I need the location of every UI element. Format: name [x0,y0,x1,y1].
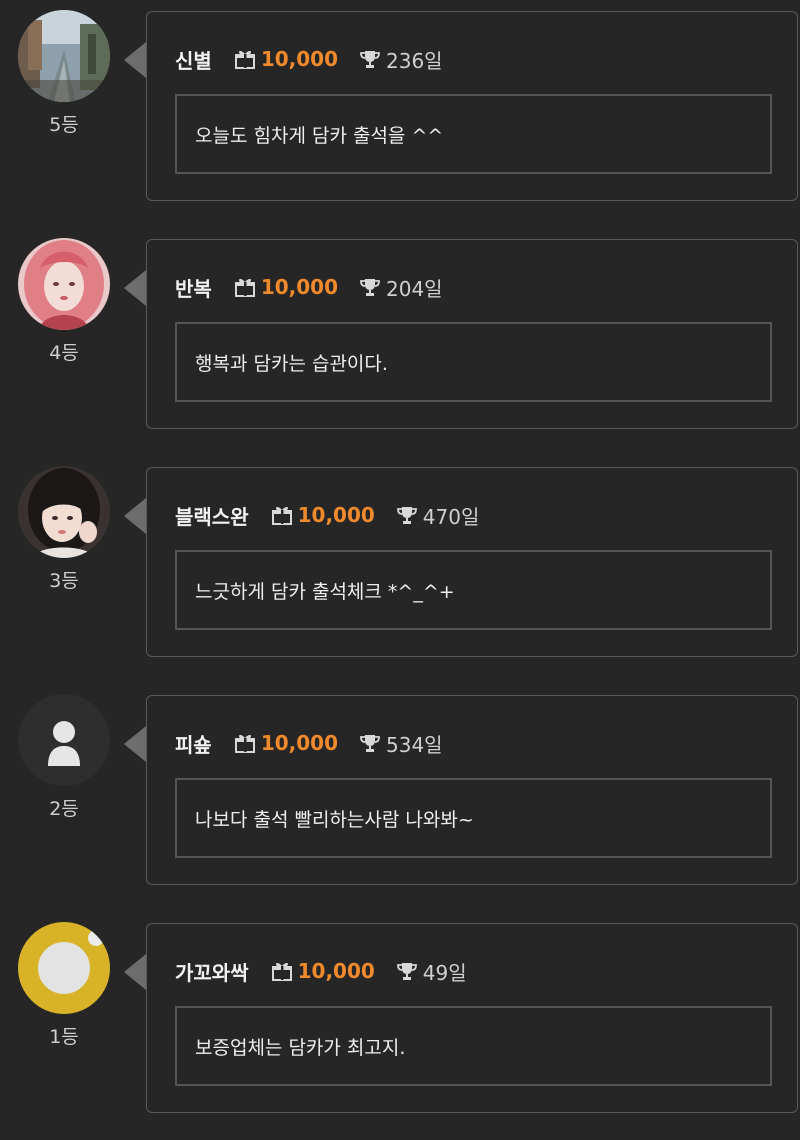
attendance-entry-rank-2: 2등 피숖 10,000 534일 나보다 출석 빨리하는사람 나와봐~ [0,684,800,912]
avatar[interactable] [18,238,110,330]
comment-meta: 피숖 10,000 534일 [175,729,443,758]
speech-pointer [124,498,146,534]
speech-pointer [124,42,146,78]
trophy-icon [360,733,380,753]
gift-icon [234,49,256,69]
avatar[interactable] [18,922,110,1014]
comment-message: 나보다 출석 빨리하는사람 나와봐~ [175,778,772,858]
nickname[interactable]: 블랙스완 [175,501,249,530]
attendance-days: 204일 [386,276,443,301]
trophy-icon [396,961,417,981]
trophy-icon [360,277,380,297]
speech-pointer [124,270,146,306]
comment-card: 피숖 10,000 534일 나보다 출석 빨리하는사람 나와봐~ [146,695,798,885]
rank-label: 1등 [49,1026,79,1048]
comment-message: 오늘도 힘차게 담카 출석을 ^^ [175,94,772,174]
rank-label: 2등 [49,798,79,820]
avatar[interactable] [18,466,110,558]
points-value: 10,000 [260,47,338,71]
trophy-icon [396,505,417,525]
gift-icon [234,277,256,297]
rank-label: 3등 [49,570,79,592]
trophy-icon [360,49,380,69]
speech-pointer [124,726,146,762]
nickname[interactable]: 신별 [175,45,212,74]
points-value: 10,000 [260,731,338,755]
rank-label: 5등 [49,114,79,136]
attendance-days: 534일 [386,732,443,757]
comment-card: 블랙스완 10,000 470일 느긋하게 담카 출석체크 *^_^+ [146,467,798,657]
points-value: 10,000 [297,503,375,527]
attendance-entry-rank-1: 1등 가꼬와싹 10,000 49일 보증업체는 담카가 최고지. [0,912,800,1140]
avatar[interactable] [18,694,110,786]
attendance-entry-rank-5: 5등 신별 10,000 236일 오늘도 힘차게 담카 출석을 ^^ [0,0,800,228]
comment-card: 반복 10,000 204일 행복과 담카는 습관이다. [146,239,798,429]
attendance-days: 49일 [422,960,467,985]
comment-meta: 신별 10,000 236일 [175,45,443,74]
comment-card: 신별 10,000 236일 오늘도 힘차게 담카 출석을 ^^ [146,11,798,201]
attendance-days: 236일 [386,48,443,73]
gift-icon [234,733,256,753]
comment-message: 느긋하게 담카 출석체크 *^_^+ [175,550,772,630]
points-value: 10,000 [260,275,338,299]
attendance-entry-rank-4: 4등 반복 10,000 204일 행복과 담카는 습관이다. [0,228,800,456]
comment-message: 행복과 담카는 습관이다. [175,322,772,402]
comment-message: 보증업체는 담카가 최고지. [175,1006,772,1086]
comment-card: 가꼬와싹 10,000 49일 보증업체는 담카가 최고지. [146,923,798,1113]
speech-pointer [124,954,146,990]
comment-meta: 블랙스완 10,000 470일 [175,501,480,530]
nickname[interactable]: 피숖 [175,729,212,758]
comment-meta: 가꼬와싹 10,000 49일 [175,957,467,986]
default-user-icon [53,721,75,743]
gift-icon [271,961,293,981]
attendance-entry-rank-3: 3등 블랙스완 10,000 470일 느긋하게 담카 출석체크 *^_^+ [0,456,800,684]
nickname[interactable]: 반복 [175,273,212,302]
gift-icon [271,505,293,525]
avatar[interactable] [18,10,110,102]
nickname[interactable]: 가꼬와싹 [175,957,249,986]
attendance-days: 470일 [422,504,480,529]
points-value: 10,000 [297,959,375,983]
comment-meta: 반복 10,000 204일 [175,273,443,302]
rank-label: 4등 [49,342,79,364]
